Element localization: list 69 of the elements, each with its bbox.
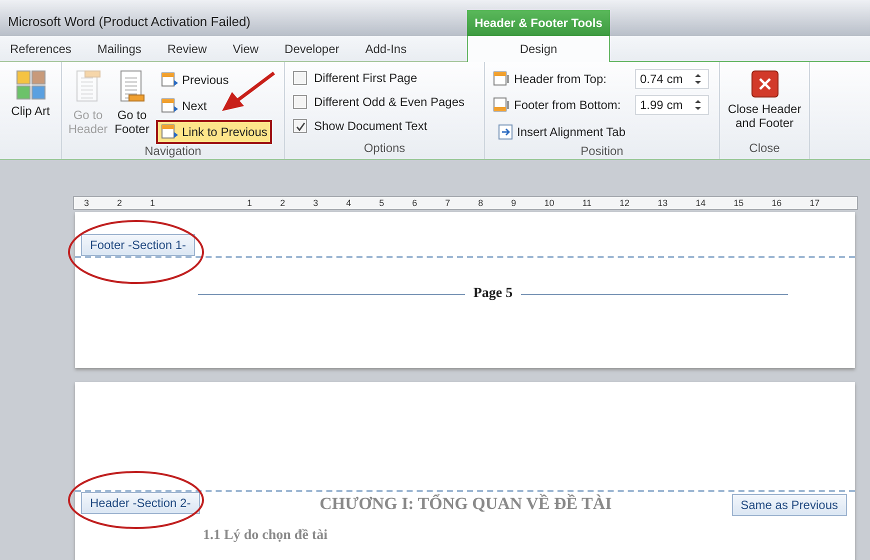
previous-button[interactable]: Previous bbox=[156, 68, 272, 92]
checkbox-option[interactable]: Different Odd & Even Pages bbox=[293, 92, 480, 112]
close-icon bbox=[750, 70, 778, 98]
contextual-tab-group: Header & Footer Tools bbox=[467, 10, 610, 36]
ruler-number: 12 bbox=[620, 198, 630, 208]
ruler-number: 15 bbox=[734, 198, 744, 208]
section-heading: 1.1 Lý do chọn đề tài bbox=[202, 527, 328, 544]
same-as-previous-tag: Same as Previous bbox=[732, 494, 847, 516]
ruler-number: 6 bbox=[412, 198, 418, 208]
ruler-number: 10 bbox=[544, 198, 554, 208]
group-label: Position bbox=[580, 144, 624, 160]
margin-icon bbox=[493, 97, 511, 113]
ruler-number: 1 bbox=[247, 198, 252, 208]
checkbox[interactable] bbox=[293, 119, 307, 133]
ruler-number: 7 bbox=[445, 198, 450, 208]
header-footer-icon bbox=[161, 72, 179, 88]
ruler-number: 8 bbox=[478, 198, 484, 208]
ribbon-tab[interactable]: Add-Ins bbox=[352, 36, 420, 61]
next-button[interactable]: Next bbox=[156, 94, 272, 118]
ribbon-tab[interactable]: Design bbox=[467, 36, 610, 62]
group-label: Close bbox=[748, 141, 781, 157]
checkbox[interactable] bbox=[293, 95, 307, 109]
ribbon-tab[interactable]: References bbox=[0, 36, 84, 61]
group-label: Navigation bbox=[144, 144, 202, 160]
clip-art-icon bbox=[16, 70, 46, 100]
ruler-number: 5 bbox=[379, 198, 384, 208]
alignment-tab-icon bbox=[498, 124, 514, 140]
checkbox-option[interactable]: Different First Page bbox=[293, 68, 480, 88]
field-label: Header from Top: bbox=[514, 72, 608, 86]
chapter-heading: CHƯƠNG I: TỔNG QUAN VỀ ĐỀ TÀI bbox=[318, 492, 613, 514]
section-tag: Header -Section 2- bbox=[81, 492, 200, 514]
margin-icon bbox=[493, 71, 511, 87]
go-to-footer-button[interactable]: Go to Footer bbox=[110, 68, 154, 144]
spinner-arrows-icon[interactable] bbox=[694, 72, 702, 86]
ribbon-tab[interactable]: Developer bbox=[272, 36, 352, 61]
ruler-number: 13 bbox=[658, 198, 668, 208]
checkbox[interactable] bbox=[293, 71, 307, 85]
close-header-footer-button[interactable]: Close Header and Footer bbox=[720, 68, 808, 141]
ruler-number: 3 bbox=[313, 198, 318, 208]
header-footer-icon bbox=[161, 124, 179, 140]
ruler[interactable]: 3 2 1 1 2 3 4 5 6 7 8 9 10 11 12 13 14 15 16 17 bbox=[73, 196, 858, 210]
page-icon bbox=[75, 70, 101, 104]
ruler-number: 14 bbox=[696, 198, 706, 208]
checkbox-option[interactable]: Show Document Text bbox=[293, 116, 480, 136]
ruler-number: 3 bbox=[84, 198, 90, 208]
page-icon bbox=[119, 70, 145, 104]
ribbon-tab[interactable]: View bbox=[220, 36, 272, 61]
ruler-number: 9 bbox=[511, 198, 516, 208]
ruler-number: 4 bbox=[346, 198, 352, 208]
ruler-number: 2 bbox=[117, 198, 122, 208]
spin-field[interactable]: 0.74 cm bbox=[635, 69, 709, 89]
window-title: Microsoft Word (Product Activation Failed) bbox=[7, 13, 252, 31]
link-to-previous-button[interactable]: Link to Previous bbox=[156, 120, 272, 144]
spinner-arrows-icon[interactable] bbox=[694, 98, 702, 112]
group-label: Options bbox=[362, 141, 406, 157]
header-footer-icon bbox=[161, 98, 179, 114]
clip-art-button[interactable]: Clip Art bbox=[8, 68, 52, 120]
ruler-number: 11 bbox=[582, 198, 592, 208]
insert-alignment-tab-button[interactable]: Insert Alignment Tab bbox=[493, 120, 715, 144]
ribbon-tab[interactable]: Review bbox=[154, 36, 220, 61]
ruler-number: 17 bbox=[810, 198, 820, 208]
ruler-number: 1 bbox=[150, 198, 156, 208]
page-number: Page 5 bbox=[473, 286, 513, 302]
field-label: Footer from Bottom: bbox=[514, 98, 622, 112]
section-tag: Footer -Section 1- bbox=[81, 234, 196, 256]
spin-field[interactable]: 1.99 cm bbox=[635, 95, 709, 115]
ribbon-tab[interactable]: Mailings bbox=[84, 36, 154, 61]
ruler-number: 16 bbox=[772, 198, 782, 208]
ruler-number: 2 bbox=[280, 198, 286, 208]
